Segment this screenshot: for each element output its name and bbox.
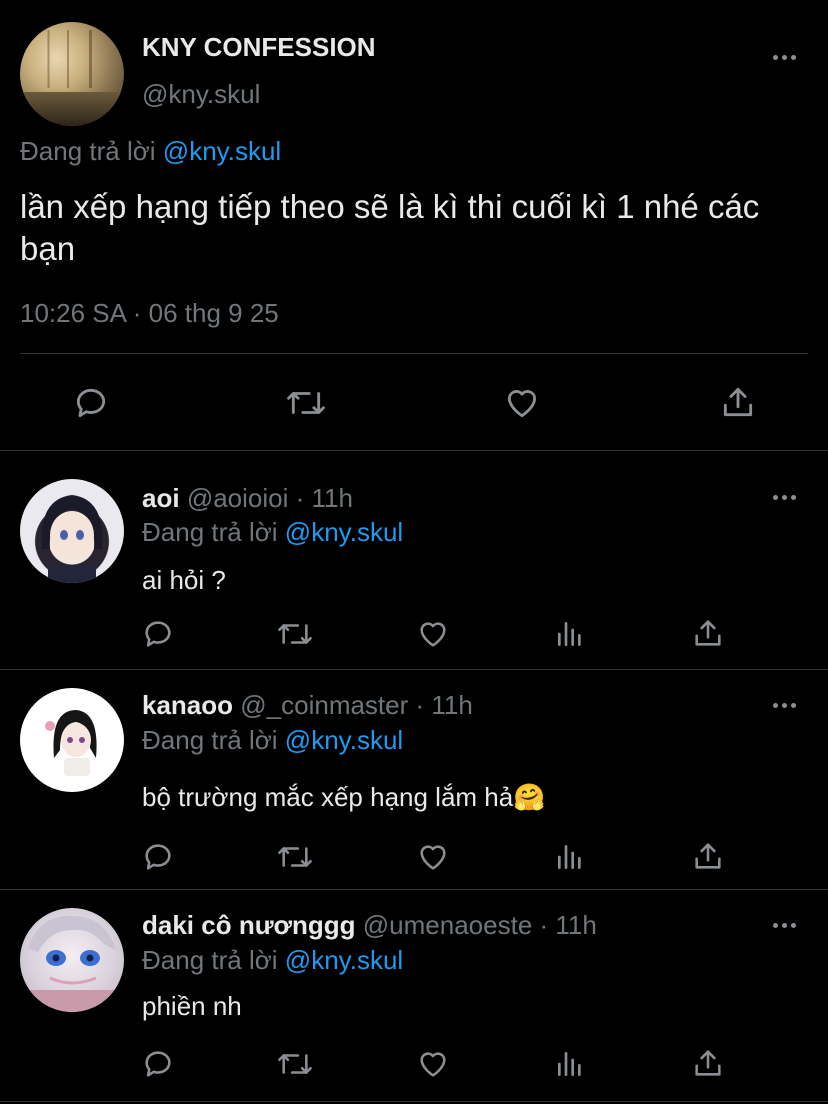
main-author-name[interactable]: KNY CONFESSION — [142, 32, 376, 63]
more-icon[interactable] — [773, 700, 803, 710]
reply-prefix: Đang trả lời — [142, 517, 278, 547]
retweet-icon[interactable] — [276, 1047, 314, 1081]
divider — [0, 1101, 828, 1102]
heart-icon[interactable] — [415, 840, 451, 874]
more-icon[interactable] — [773, 492, 803, 502]
retweet-icon[interactable] — [276, 617, 314, 651]
views-icon[interactable] — [554, 1047, 586, 1081]
main-timestamp[interactable]: 10:26 SA · 06 thg 9 25 — [20, 298, 279, 329]
retweet-icon[interactable] — [285, 384, 327, 422]
main-avatar[interactable] — [20, 22, 124, 126]
post-time[interactable]: · 11h — [296, 483, 353, 513]
author-handle[interactable]: @aoioioi — [187, 483, 289, 513]
reply-icon[interactable] — [141, 840, 175, 874]
reply-text: ai hỏi ? — [142, 565, 226, 595]
main-reply-context: Đang trả lời @kny.skul — [20, 136, 281, 167]
reply-header: kanaoo @_coinmaster · 11h — [142, 690, 473, 721]
author-handle[interactable]: @umenaoeste — [363, 910, 533, 940]
reply-icon[interactable] — [72, 384, 110, 422]
reply-action-bar — [0, 1047, 828, 1087]
post-time[interactable]: · 11h — [416, 690, 473, 720]
reply-to-link[interactable]: @kny.skul — [163, 136, 281, 166]
reply-to-link[interactable]: @kny.skul — [285, 725, 403, 755]
reply-to-link[interactable]: @kny.skul — [285, 945, 403, 975]
avatar[interactable] — [20, 908, 124, 1012]
share-icon[interactable] — [691, 615, 725, 651]
author-handle[interactable]: @_coinmaster — [240, 690, 408, 720]
author-name[interactable]: kanaoo — [142, 690, 233, 720]
reply-item[interactable]: daki cô nươnggg @umenaoeste · 11h Đang t… — [0, 890, 828, 1104]
reply-icon[interactable] — [141, 617, 175, 651]
reply-action-bar — [0, 840, 828, 880]
reply-header: daki cô nươnggg @umenaoeste · 11h — [142, 910, 597, 941]
reply-to-link[interactable]: @kny.skul — [285, 517, 403, 547]
more-icon[interactable] — [773, 52, 803, 62]
author-name[interactable]: daki cô nươnggg — [142, 910, 356, 940]
reply-text: bộ trường mắc xếp hạng lắm hả🤗 — [142, 782, 546, 812]
main-author-handle[interactable]: @kny.skul — [142, 79, 260, 110]
retweet-icon[interactable] — [276, 840, 314, 874]
reply-icon[interactable] — [141, 1047, 175, 1081]
reply-context: Đang trả lời @kny.skul — [142, 725, 403, 756]
reply-context: Đang trả lời @kny.skul — [142, 945, 403, 976]
reply-item[interactable]: aoi @aoioioi · 11h Đang trả lời @kny.sku… — [0, 451, 828, 669]
views-icon[interactable] — [554, 840, 586, 874]
avatar[interactable] — [20, 688, 124, 792]
author-name[interactable]: aoi — [142, 483, 180, 513]
heart-icon[interactable] — [415, 617, 451, 651]
post-time[interactable]: · 11h — [540, 910, 597, 940]
reply-prefix: Đang trả lời — [142, 725, 278, 755]
more-icon[interactable] — [773, 920, 803, 930]
main-tweet-text: lần xếp hạng tiếp theo sẽ là kì thi cuối… — [20, 188, 760, 267]
reply-action-bar — [0, 617, 828, 657]
heart-icon[interactable] — [415, 1047, 451, 1081]
avatar[interactable] — [20, 479, 124, 583]
share-icon[interactable] — [719, 382, 757, 422]
heart-icon[interactable] — [502, 384, 542, 422]
reply-text: phiền nh — [142, 991, 242, 1021]
views-icon[interactable] — [554, 617, 586, 651]
reply-prefix: Đang trả lời — [142, 945, 278, 975]
share-icon[interactable] — [691, 838, 725, 874]
divider — [20, 353, 808, 354]
share-icon[interactable] — [691, 1045, 725, 1081]
reply-prefix: Đang trả lời — [20, 136, 156, 166]
main-action-bar — [0, 374, 828, 434]
reply-header: aoi @aoioioi · 11h — [142, 483, 353, 514]
reply-item[interactable]: kanaoo @_coinmaster · 11h Đang trả lời @… — [0, 670, 828, 889]
reply-context: Đang trả lời @kny.skul — [142, 517, 403, 548]
main-tweet: KNY CONFESSION @kny.skul Đang trả lời @k… — [0, 0, 828, 450]
